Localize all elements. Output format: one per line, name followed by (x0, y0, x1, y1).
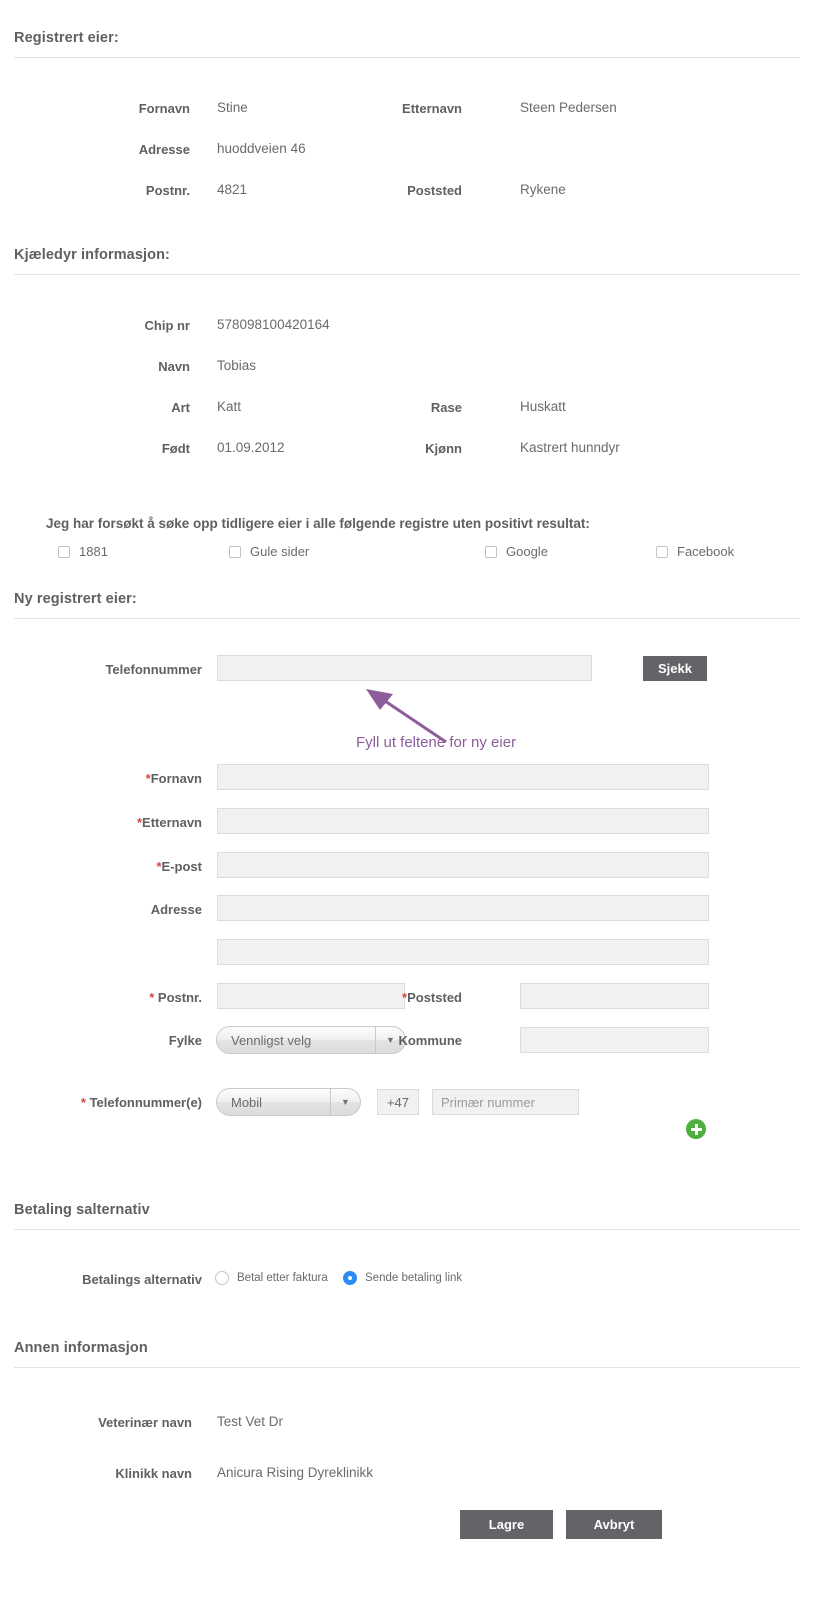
label-owner-city: Poststed (310, 183, 462, 198)
value-clinic-name: Anicura Rising Dyreklinikk (217, 1465, 373, 1480)
label-payment-option: Betalings alternativ (40, 1272, 202, 1287)
label-phone-lookup: Telefonnummer (60, 662, 202, 677)
section-title-payment: Betaling salternativ (14, 1202, 150, 1218)
value-owner-firstname: Stine (217, 100, 248, 115)
radio-row-payment-link[interactable]: Sende betaling link (343, 1271, 462, 1285)
primary-phone-input[interactable] (432, 1089, 579, 1115)
label-new-lastname: *Etternavn (60, 815, 202, 830)
phone-lookup-input[interactable] (217, 655, 592, 681)
label-clinic-name: Klinikk navn (50, 1466, 192, 1481)
chevron-down-icon: ▼ (330, 1089, 360, 1115)
label-new-municipality: Kommune (340, 1033, 462, 1048)
value-pet-gender: Kastrert hunndyr (520, 440, 620, 455)
value-owner-postcode: 4821 (217, 182, 247, 197)
label-owner-firstname: Fornavn (60, 101, 190, 116)
label-new-county: Fylke (60, 1033, 202, 1048)
new-firstname-input[interactable] (217, 764, 709, 790)
new-address-input[interactable] (217, 895, 709, 921)
checkbox-row-1881[interactable]: 1881 (58, 544, 108, 559)
label-pet-breed: Rase (310, 400, 462, 415)
label-pet-birthdate: Født (60, 441, 190, 456)
value-vet-name: Test Vet Dr (217, 1414, 283, 1429)
label-new-phones: * Telefonnummer(e) (50, 1095, 202, 1110)
value-pet-species: Katt (217, 399, 241, 414)
divider-registered-owner (14, 57, 800, 58)
label-new-address: Adresse (60, 902, 202, 917)
label-owner-address: Adresse (60, 142, 190, 157)
checkbox-facebook[interactable] (656, 546, 668, 558)
new-email-input[interactable] (217, 852, 709, 878)
label-new-firstname: *Fornavn (60, 771, 202, 786)
value-owner-address: huoddveien 46 (217, 141, 306, 156)
radio-label-invoice: Betal etter faktura (237, 1272, 328, 1284)
new-municipality-input[interactable] (520, 1027, 709, 1053)
checkbox-row-gule-sider[interactable]: Gule sider (229, 544, 309, 559)
pet-ownership-transfer-form: Registrert eier: Fornavn Stine Etternavn… (0, 0, 814, 1614)
annotation-text: Fyll ut feltene for ny eier (356, 734, 516, 751)
section-title-new-owner: Ny registrert eier: (14, 591, 137, 607)
phone-country-prefix: +47 (377, 1089, 419, 1115)
label-owner-lastname: Etternavn (310, 101, 462, 116)
value-pet-birthdate: 01.09.2012 (217, 440, 285, 455)
label-new-city: *Poststed (340, 990, 462, 1005)
section-title-pet-info: Kjæledyr informasjon: (14, 247, 170, 263)
label-pet-gender: Kjønn (310, 441, 462, 456)
value-pet-chip: 578098100420164 (217, 317, 330, 332)
divider-payment (14, 1229, 800, 1230)
required-marker-phones: * (81, 1095, 86, 1110)
checkbox-label-facebook: Facebook (677, 544, 734, 559)
value-pet-breed: Huskatt (520, 399, 566, 414)
divider-other-info (14, 1367, 800, 1368)
save-button[interactable]: Lagre (460, 1510, 553, 1539)
new-lastname-input[interactable] (217, 808, 709, 834)
value-owner-city: Rykene (520, 182, 566, 197)
label-owner-postcode: Postnr. (60, 183, 190, 198)
phone-type-value: Mobil (217, 1095, 330, 1110)
section-title-other-info: Annen informasjon (14, 1340, 148, 1356)
value-owner-lastname: Steen Pedersen (520, 100, 617, 115)
divider-pet-info (14, 274, 800, 275)
registry-search-statement: Jeg har forsøkt å søke opp tidligere eie… (46, 516, 590, 531)
section-title-registered-owner: Registrert eier: (14, 30, 119, 46)
checkbox-label-1881: 1881 (79, 544, 108, 559)
checkbox-gule-sider[interactable] (229, 546, 241, 558)
checkbox-row-google[interactable]: Google (485, 544, 548, 559)
value-pet-name: Tobias (217, 358, 256, 373)
check-phone-button[interactable]: Sjekk (643, 656, 707, 681)
checkbox-row-facebook[interactable]: Facebook (656, 544, 734, 559)
label-new-postcode: * Postnr. (60, 990, 202, 1005)
cancel-button[interactable]: Avbryt (566, 1510, 662, 1539)
checkbox-label-google: Google (506, 544, 548, 559)
label-pet-species: Art (60, 400, 190, 415)
required-marker-postcode: * (149, 990, 154, 1005)
label-pet-name: Navn (60, 359, 190, 374)
annotation-arrow-icon (0, 0, 814, 1614)
label-pet-chip: Chip nr (60, 318, 190, 333)
checkbox-1881[interactable] (58, 546, 70, 558)
new-city-input[interactable] (520, 983, 709, 1009)
new-address-line2-input[interactable] (217, 939, 709, 965)
checkbox-google[interactable] (485, 546, 497, 558)
label-vet-name: Veterinær navn (50, 1415, 192, 1430)
divider-new-owner (14, 618, 800, 619)
radio-payment-link[interactable] (343, 1271, 357, 1285)
plus-circle-icon[interactable] (686, 1119, 706, 1139)
radio-label-payment-link: Sende betaling link (365, 1272, 462, 1284)
checkbox-label-gule-sider: Gule sider (250, 544, 309, 559)
radio-invoice[interactable] (215, 1271, 229, 1285)
label-new-email: *E-post (60, 859, 202, 874)
phone-type-select[interactable]: Mobil ▼ (216, 1088, 361, 1116)
radio-row-invoice[interactable]: Betal etter faktura (215, 1271, 328, 1285)
